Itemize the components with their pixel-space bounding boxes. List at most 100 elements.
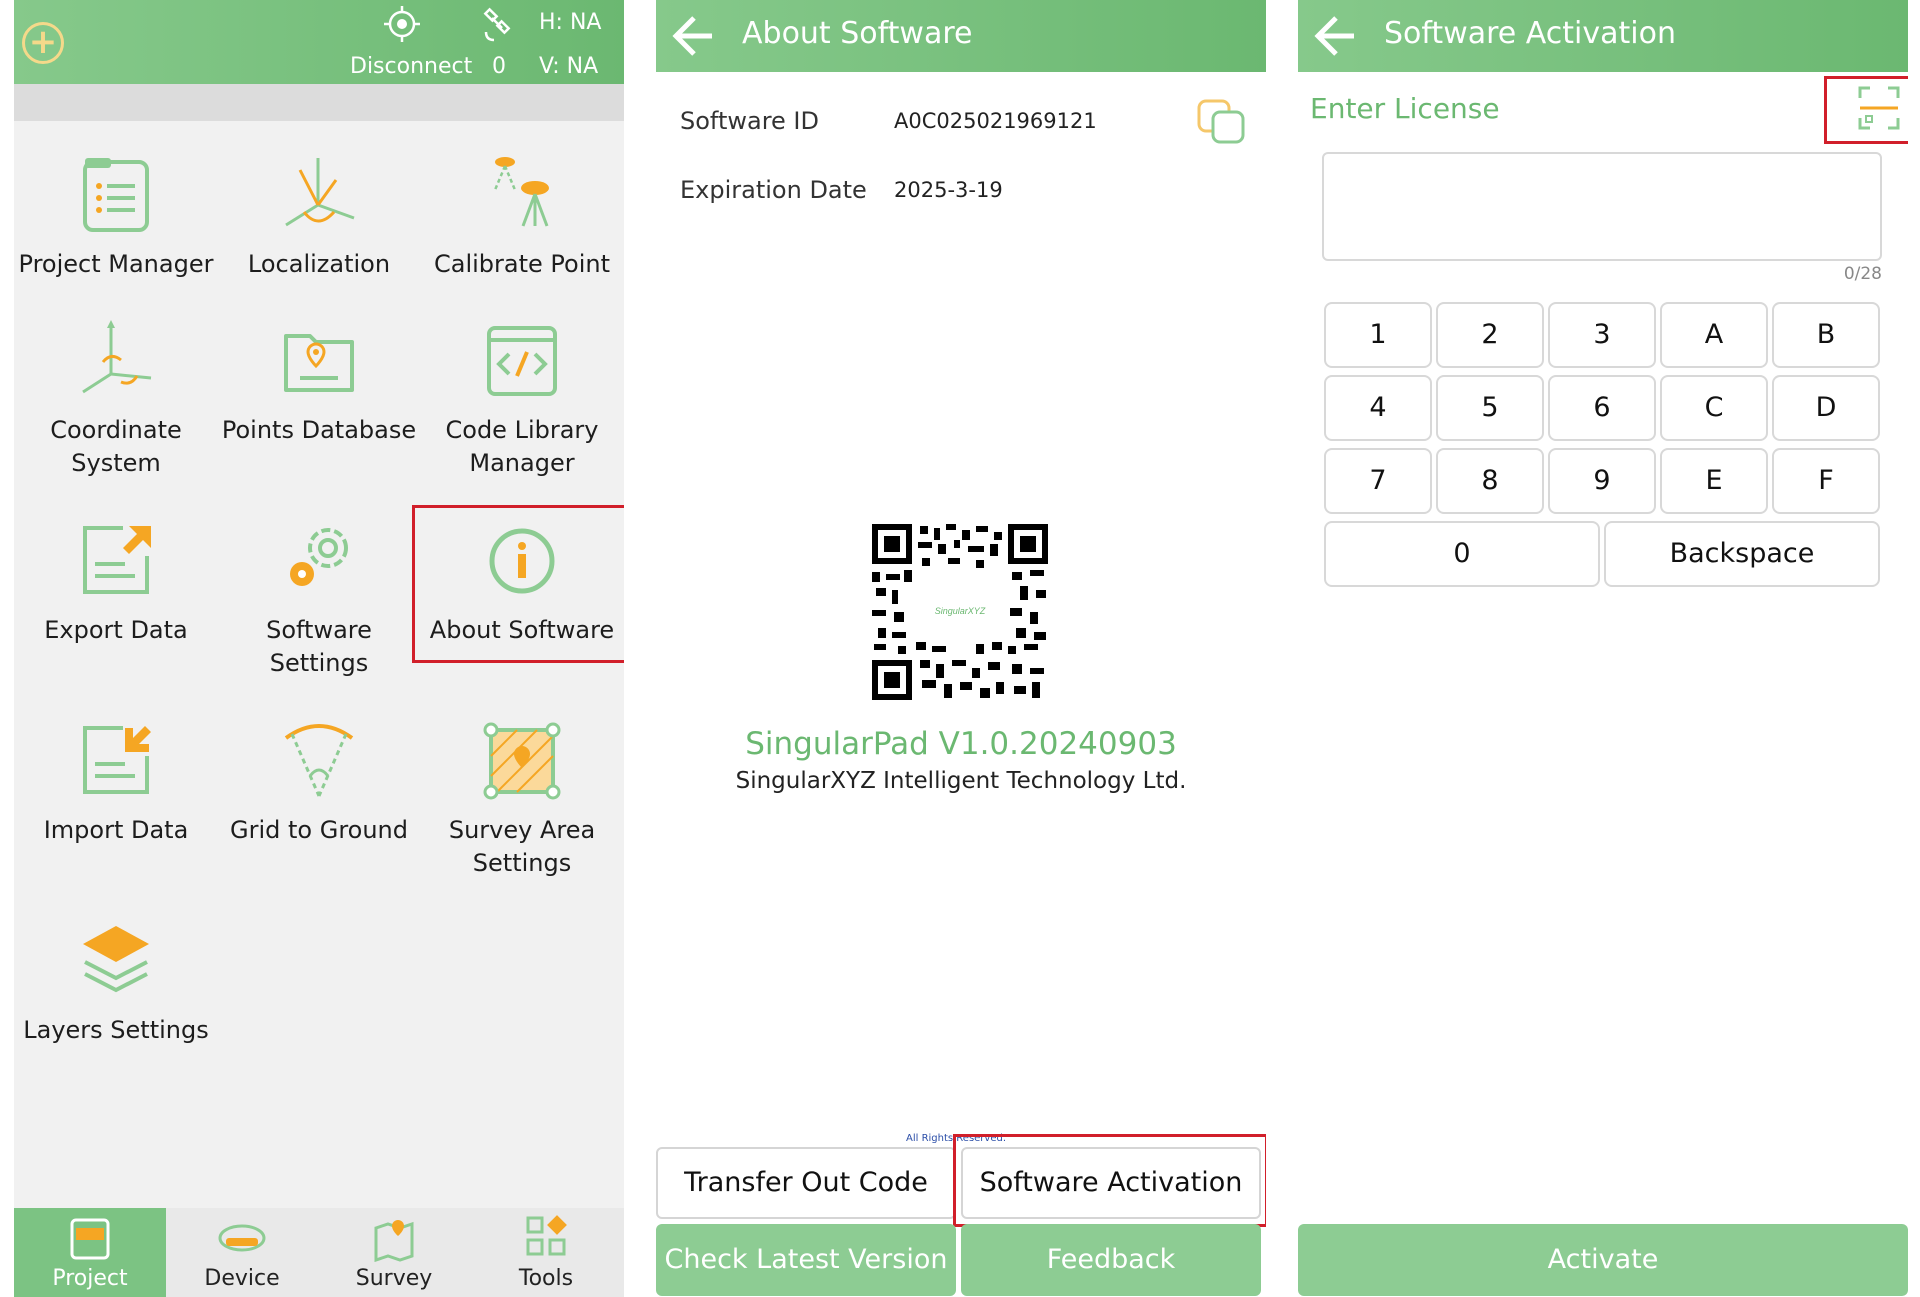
menu-label: Export Data: [44, 616, 188, 644]
check-latest-version-button[interactable]: Check Latest Version: [656, 1224, 956, 1296]
calibrate-point-icon: [493, 157, 549, 227]
project-manager-icon: [83, 158, 149, 232]
header-bar: Software Activation: [1298, 0, 1908, 72]
menu-export-data[interactable]: Export Data: [16, 516, 216, 647]
about-software-panel: About Software Software ID A0C0250219691…: [656, 0, 1266, 1297]
survey-nav-icon: [374, 1220, 414, 1262]
bottom-navigation: Project Device Survey Tools: [14, 1208, 624, 1297]
menu-survey-area[interactable]: Survey Area Settings: [422, 716, 622, 880]
menu-label: Calibrate Point: [433, 250, 610, 278]
key-c[interactable]: C: [1660, 375, 1768, 441]
points-database-icon: [284, 334, 354, 392]
feedback-button[interactable]: Feedback: [961, 1224, 1261, 1296]
menu-import-data[interactable]: Import Data: [16, 716, 216, 847]
qr-brand-text: SingularXYZ: [935, 606, 986, 616]
key-f[interactable]: F: [1772, 448, 1880, 514]
menu-label: Points Database: [221, 416, 417, 444]
backspace-key[interactable]: Backspace: [1604, 521, 1880, 587]
project-menu-panel: + Disconnect 0 H: NA V: NA Project Manag…: [14, 0, 624, 1297]
key-a[interactable]: A: [1660, 302, 1768, 368]
menu-localization[interactable]: Localization: [219, 150, 419, 281]
satellite-icon: [483, 7, 511, 42]
project-nav-icon: [70, 1218, 110, 1260]
key-0[interactable]: 0: [1324, 521, 1600, 587]
import-data-icon: [83, 726, 151, 794]
menu-code-library[interactable]: Code Library Manager: [422, 316, 622, 480]
gps-target-icon[interactable]: [382, 4, 422, 44]
enter-license-label: Enter License: [1310, 92, 1500, 125]
nav-survey[interactable]: Survey: [318, 1208, 470, 1297]
transfer-out-code-button[interactable]: Transfer Out Code: [656, 1147, 956, 1219]
code-library-icon: [487, 326, 557, 396]
grid-to-ground-icon: [284, 724, 354, 797]
header-bar: About Software: [656, 0, 1266, 72]
activate-button[interactable]: Activate: [1298, 1224, 1908, 1296]
key-6[interactable]: 6: [1548, 375, 1656, 441]
nav-label: Project: [52, 1266, 128, 1291]
page-title: About Software: [742, 16, 973, 51]
nav-device[interactable]: Device: [166, 1208, 318, 1297]
license-input[interactable]: [1322, 152, 1882, 261]
expiration-label: Expiration Date: [680, 176, 867, 204]
key-8[interactable]: 8: [1436, 448, 1544, 514]
add-icon[interactable]: +: [22, 22, 64, 64]
menu-label: Grid to Ground: [230, 816, 408, 844]
key-e[interactable]: E: [1660, 448, 1768, 514]
menu-label: Coordinate System: [50, 416, 182, 477]
satellite-count: 0: [492, 54, 506, 79]
menu-points-database[interactable]: Points Database: [219, 316, 419, 447]
nav-label: Survey: [355, 1266, 433, 1291]
highlight-software-activation: [953, 1134, 1266, 1227]
menu-label: Code Library Manager: [445, 416, 599, 477]
key-5[interactable]: 5: [1436, 375, 1544, 441]
company-text: SingularXYZ Intelligent Technology Ltd.: [735, 768, 1187, 794]
key-4[interactable]: 4: [1324, 375, 1432, 441]
nav-label: Tools: [518, 1266, 574, 1291]
divider-strip: [14, 84, 624, 121]
key-2[interactable]: 2: [1436, 302, 1544, 368]
nav-project[interactable]: Project: [14, 1208, 166, 1297]
tools-nav-icon: [526, 1215, 567, 1256]
software-id-value: A0C025021969121: [894, 109, 1097, 133]
h-accuracy: H: NA: [539, 10, 602, 35]
software-id-label: Software ID: [680, 107, 819, 135]
back-arrow-icon[interactable]: [1312, 14, 1358, 58]
menu-layers-settings[interactable]: Layers Settings: [16, 916, 216, 1047]
char-counter: 0/28: [1843, 264, 1882, 284]
export-data-icon: [83, 526, 151, 594]
copy-icon[interactable]: [1196, 98, 1248, 146]
coordinate-system-icon: [82, 320, 152, 394]
version-text: SingularPad V1.0.20240903: [745, 726, 1177, 762]
software-activation-panel: Software Activation Enter License 0/28 1…: [1298, 0, 1908, 1297]
connection-status: Disconnect: [350, 54, 473, 79]
key-3[interactable]: 3: [1548, 302, 1656, 368]
v-accuracy: V: NA: [539, 54, 599, 79]
menu-coordinate-system[interactable]: Coordinate System: [16, 316, 216, 480]
menu-calibrate-point[interactable]: Calibrate Point: [422, 150, 622, 281]
highlight-scan: [1824, 76, 1908, 144]
expiration-value: 2025-3-19: [894, 178, 1003, 202]
menu-label: Localization: [247, 250, 391, 278]
nav-label: Device: [204, 1266, 280, 1291]
menu-project-manager[interactable]: Project Manager: [16, 150, 216, 281]
software-settings-icon: [290, 528, 348, 586]
menu-software-settings[interactable]: Software Settings: [219, 516, 419, 680]
key-d[interactable]: D: [1772, 375, 1880, 441]
key-9[interactable]: 9: [1548, 448, 1656, 514]
key-1[interactable]: 1: [1324, 302, 1432, 368]
menu-label: Import Data: [43, 816, 189, 844]
top-status-bar: + Disconnect 0 H: NA V: NA: [14, 0, 624, 84]
nav-tools[interactable]: Tools: [470, 1208, 622, 1297]
highlight-about-software: [412, 505, 624, 663]
key-b[interactable]: B: [1772, 302, 1880, 368]
menu-label: Software Settings: [266, 616, 372, 677]
key-7[interactable]: 7: [1324, 448, 1432, 514]
back-arrow-icon[interactable]: [670, 14, 716, 58]
menu-label: Layers Settings: [23, 1016, 209, 1044]
qr-code-image: SingularXYZ: [872, 524, 1048, 700]
menu-label: Survey Area Settings: [448, 816, 596, 877]
survey-area-icon: [483, 722, 561, 800]
localization-icon: [285, 158, 355, 227]
layers-icon: [83, 926, 149, 993]
menu-grid-to-ground[interactable]: Grid to Ground: [219, 716, 419, 847]
